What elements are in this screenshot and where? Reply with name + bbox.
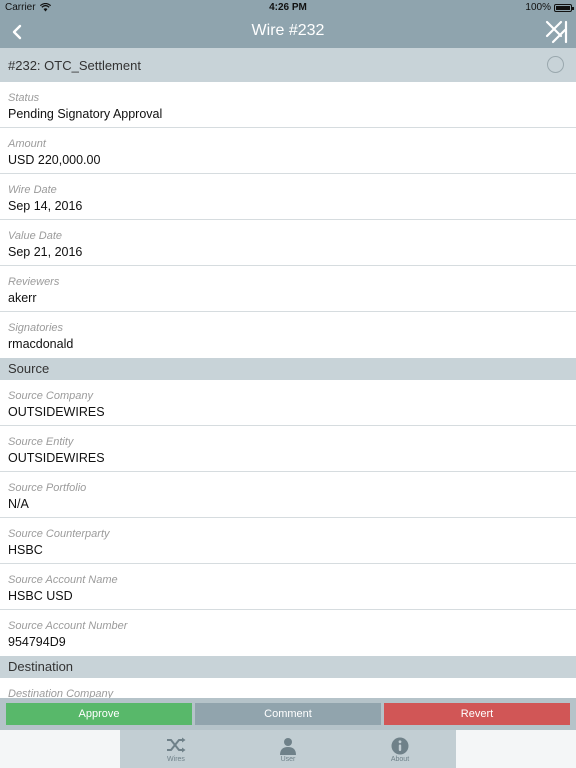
- tab-wires[interactable]: Wires: [120, 730, 232, 768]
- section-title: Destination: [8, 659, 74, 674]
- approve-button[interactable]: Approve: [6, 703, 192, 725]
- detail-field-reviewers: Reviewers akerr: [0, 266, 576, 312]
- tab-label: About: [390, 756, 410, 763]
- wire-header-title: #232: OTC_Settlement: [8, 58, 141, 73]
- detail-field-source-portfolio: Source Portfolio N/A: [0, 472, 576, 518]
- battery-icon: [554, 3, 574, 12]
- detail-field-value-date: Value Date Sep 21, 2016: [0, 220, 576, 266]
- field-value: HSBC: [8, 543, 43, 557]
- field-value: N/A: [8, 497, 29, 511]
- field-value: USD 220,000.00: [8, 153, 101, 167]
- battery-info: 100%: [525, 2, 574, 13]
- field-label: Source Account Name: [8, 574, 118, 586]
- page-title: Wire #232: [251, 22, 325, 39]
- detail-field-amount: Amount USD 220,000.00: [0, 128, 576, 174]
- action-bar: Approve Comment Revert: [0, 698, 576, 730]
- field-label: Reviewers: [8, 276, 60, 288]
- field-label: Source Company: [8, 390, 93, 402]
- field-label: Source Entity: [8, 436, 74, 448]
- detail-field-signatories: Signatories rmacdonald: [0, 312, 576, 358]
- detail-field-source-account-number: Source Account Number 954794D9: [0, 610, 576, 656]
- wire-header: #232: OTC_Settlement: [0, 48, 576, 82]
- field-value: 954794D9: [8, 635, 66, 649]
- field-label: Source Portfolio: [8, 482, 87, 494]
- tab-user[interactable]: User: [232, 730, 344, 768]
- field-value: HSBC USD: [8, 589, 73, 603]
- comment-button[interactable]: Comment: [195, 703, 381, 725]
- detail-field-source-entity: Source Entity OUTSIDEWIRES: [0, 426, 576, 472]
- field-value: rmacdonald: [8, 337, 74, 351]
- close-x-icon: [545, 20, 568, 44]
- nav-bar: Wire #232: [0, 16, 576, 48]
- detail-field-source-counterparty: Source Counterparty HSBC: [0, 518, 576, 564]
- field-value: Sep 14, 2016: [8, 199, 83, 213]
- field-label: Wire Date: [8, 184, 57, 196]
- shuffle-icon: [167, 737, 186, 753]
- tab-label: Wires: [167, 756, 185, 763]
- field-label: Value Date: [8, 230, 63, 242]
- field-label: Amount: [8, 138, 46, 150]
- field-value: Sep 21, 2016: [8, 245, 83, 259]
- revert-button[interactable]: Revert: [384, 703, 570, 725]
- tab-about[interactable]: About: [344, 730, 456, 768]
- field-label: Source Counterparty: [8, 528, 110, 540]
- detail-field-wire-date: Wire Date Sep 14, 2016: [0, 174, 576, 220]
- field-label: Signatories: [8, 322, 64, 334]
- status-time: 4:26 PM: [269, 2, 307, 13]
- field-value: OUTSIDEWIRES: [8, 405, 105, 419]
- detail-field-source-account-name: Source Account Name HSBC USD: [0, 564, 576, 610]
- wire-detail-list[interactable]: #232: OTC_Settlement Status Pending Sign…: [0, 48, 576, 698]
- battery-percent: 100%: [525, 2, 551, 13]
- field-value: Pending Signatory Approval: [8, 107, 163, 121]
- field-label: Status: [8, 92, 40, 104]
- select-checkbox[interactable]: [547, 56, 564, 73]
- status-bar: Carrier 4:26 PM 100%: [0, 0, 576, 16]
- field-value: akerr: [8, 291, 37, 305]
- field-label: Destination Company: [8, 688, 114, 698]
- field-label: Source Account Number: [8, 620, 128, 632]
- tab-group: Wires User About: [120, 730, 456, 768]
- section-header-source: Source: [0, 358, 576, 380]
- tab-label: User: [280, 756, 296, 763]
- detail-field-source-company: Source Company OUTSIDEWIRES: [0, 380, 576, 426]
- section-header-destination: Destination: [0, 656, 576, 678]
- user-icon: [280, 738, 296, 755]
- field-value: OUTSIDEWIRES: [8, 451, 105, 465]
- detail-field-destination-company: Destination Company: [0, 678, 576, 698]
- section-title: Source: [8, 361, 50, 376]
- info-icon: [391, 737, 409, 755]
- tab-bar: Wires User About: [0, 730, 576, 768]
- detail-field-status: Status Pending Signatory Approval: [0, 82, 576, 128]
- close-button[interactable]: [544, 19, 570, 45]
